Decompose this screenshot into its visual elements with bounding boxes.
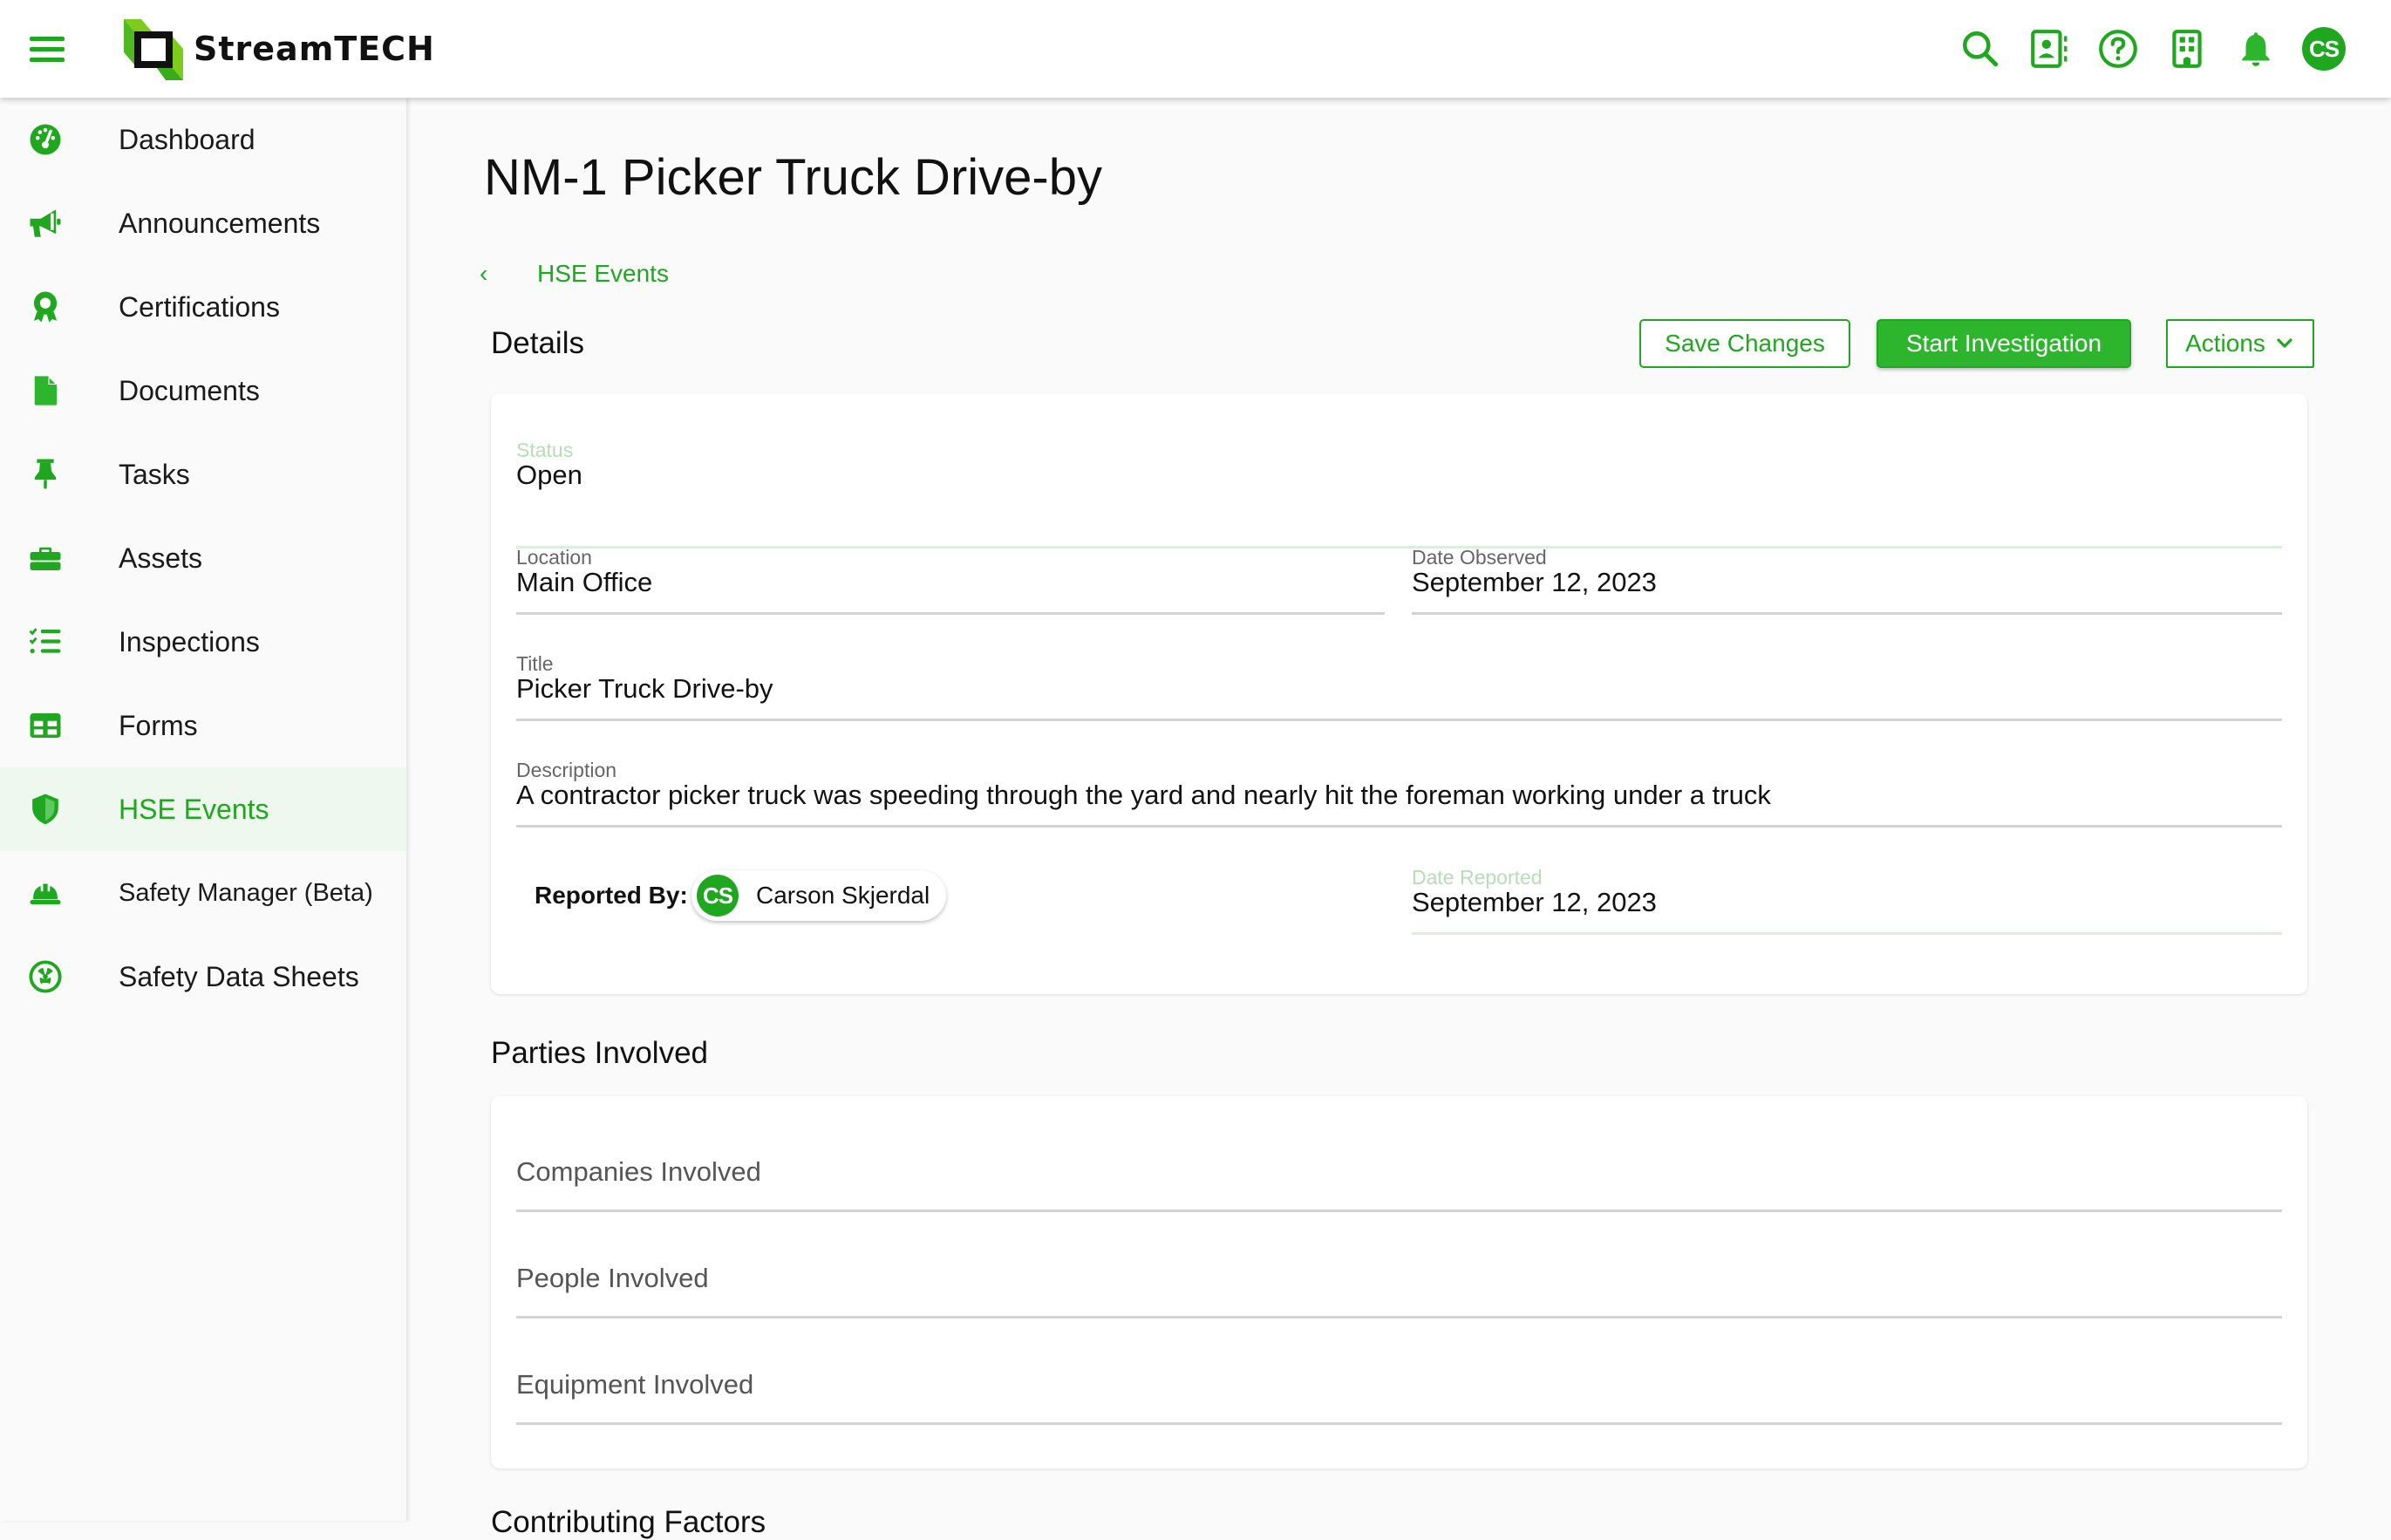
date-reported-label: Date Reported — [1412, 866, 1543, 889]
award-icon — [26, 288, 65, 326]
title-value[interactable]: Picker Truck Drive-by — [516, 673, 773, 705]
sidebar-item-announcements[interactable]: Announcements — [0, 181, 406, 265]
breadcrumb-hse-events[interactable]: HSE Events — [537, 260, 669, 288]
hamburger-menu-icon[interactable] — [30, 37, 65, 62]
reported-by-chip[interactable]: CS Carson Skjerdal — [691, 870, 946, 921]
streamtech-logo-icon — [122, 16, 187, 82]
parties-card: Companies Involved People Involved Equip… — [491, 1096, 2307, 1468]
sidebar-item-label: Tasks — [119, 458, 190, 490]
radiation-icon — [26, 957, 65, 996]
status-field[interactable]: Status Open — [516, 435, 2282, 549]
date-reported-value: September 12, 2023 — [1412, 887, 1657, 917]
date-observed-value[interactable]: September 12, 2023 — [1412, 567, 1657, 598]
sidebar-item-label: Forms — [119, 709, 198, 741]
equipment-involved-placeholder: Equipment Involved — [516, 1369, 754, 1400]
people-involved-placeholder: People Involved — [516, 1263, 709, 1293]
actions-label: Actions — [2185, 330, 2265, 357]
user-avatar[interactable]: CS — [2302, 27, 2346, 71]
reporter-name: Carson Skjerdal — [756, 882, 930, 909]
sidebar-item-certifications[interactable]: Certifications — [0, 265, 406, 349]
sidebar-item-tasks[interactable]: Tasks — [0, 433, 406, 516]
reported-by-label: Reported By: — [535, 882, 688, 909]
sidebar-item-label: Dashboard — [119, 123, 255, 155]
companies-involved-placeholder: Companies Involved — [516, 1156, 761, 1187]
save-changes-button[interactable]: Save Changes — [1639, 319, 1850, 368]
date-observed-underline — [1412, 612, 2282, 615]
sidebar-item-assets[interactable]: Assets — [0, 516, 406, 600]
title-field[interactable]: Title Picker Truck Drive-by — [516, 649, 2282, 721]
location-underline — [516, 612, 1385, 615]
page-title: NM-1 Picker Truck Drive-by — [484, 149, 1102, 206]
actions-dropdown-button[interactable]: Actions — [2166, 319, 2314, 368]
sidebar-item-dashboard[interactable]: Dashboard — [0, 98, 406, 181]
brand-name: StreamTECH — [194, 30, 435, 68]
contributing-factors-heading: Contributing Factors — [491, 1505, 766, 1539]
sidebar-item-inspections[interactable]: Inspections — [0, 600, 406, 684]
start-investigation-button[interactable]: Start Investigation — [1877, 319, 2131, 368]
hardhat-icon — [26, 874, 65, 912]
top-app-bar: StreamTECH CS — [0, 0, 2391, 98]
megaphone-icon — [26, 204, 65, 242]
date-observed-label: Date Observed — [1412, 546, 1547, 569]
parties-involved-heading: Parties Involved — [491, 1036, 709, 1070]
sidebar-item-label: Safety Data Sheets — [119, 960, 359, 992]
title-underline — [516, 719, 2282, 721]
sidebar-item-label: Inspections — [119, 625, 260, 658]
search-icon[interactable] — [1958, 26, 2003, 72]
equipment-involved-field[interactable]: Equipment Involved — [516, 1319, 2282, 1425]
sidebar-item-label: Announcements — [119, 207, 321, 239]
details-card: Status Open Location Main Office Date Ob… — [491, 393, 2307, 994]
status-label: Status — [516, 439, 574, 461]
description-field[interactable]: Description A contractor picker truck wa… — [516, 755, 2282, 828]
shield-icon — [26, 790, 65, 828]
sidebar-item-hse-events[interactable]: HSE Events — [0, 767, 406, 851]
sidebar-item-label: Assets — [119, 542, 203, 574]
contacts-icon[interactable] — [2027, 26, 2072, 72]
sidebar-item-safety-data-sheets[interactable]: Safety Data Sheets — [0, 935, 406, 1019]
dashboard-icon — [26, 120, 65, 159]
sidebar-nav: Dashboard Announcements Certifications D… — [0, 98, 407, 1521]
brand-logo[interactable]: StreamTECH — [122, 14, 435, 84]
sidebar-item-label: Certifications — [119, 290, 280, 323]
pushpin-icon — [26, 455, 65, 494]
people-involved-field[interactable]: People Involved — [516, 1212, 2282, 1319]
status-value[interactable]: Open — [516, 460, 582, 491]
companies-involved-field[interactable]: Companies Involved — [516, 1106, 2282, 1212]
location-value[interactable]: Main Office — [516, 567, 652, 598]
date-reported-underline — [1412, 932, 2282, 935]
help-icon[interactable] — [2095, 26, 2141, 72]
sidebar-item-label: Safety Manager (Beta) — [119, 878, 373, 907]
description-label: Description — [516, 759, 617, 781]
building-icon[interactable] — [2164, 26, 2210, 72]
document-icon — [26, 371, 65, 410]
chevron-down-icon — [2277, 338, 2292, 348]
sidebar-item-forms[interactable]: Forms — [0, 684, 406, 767]
sidebar-item-safety-manager[interactable]: Safety Manager (Beta) — [0, 851, 406, 935]
location-label: Location — [516, 546, 592, 569]
description-underline — [516, 825, 2282, 828]
sidebar-item-label: Documents — [119, 374, 260, 406]
date-reported-field: Date Reported September 12, 2023 — [1412, 862, 2282, 935]
title-label: Title — [516, 652, 554, 675]
equipment-underline — [516, 1422, 2282, 1425]
sidebar-item-documents[interactable]: Documents — [0, 349, 406, 433]
description-value[interactable]: A contractor picker truck was speeding t… — [516, 780, 1771, 811]
checklist-icon — [26, 623, 65, 661]
table-icon — [26, 706, 65, 745]
date-observed-field[interactable]: Date Observed September 12, 2023 — [1412, 542, 2282, 615]
chevron-left-icon[interactable]: ‹ — [480, 260, 537, 288]
breadcrumb-back-link[interactable]: ‹ HSE Events — [480, 258, 669, 290]
toolbox-icon — [26, 539, 65, 577]
location-field[interactable]: Location Main Office — [516, 542, 1385, 615]
details-heading: Details — [491, 326, 584, 360]
sidebar-item-label: HSE Events — [119, 793, 269, 825]
reporter-avatar: CS — [697, 875, 739, 917]
bell-icon[interactable] — [2233, 26, 2279, 72]
